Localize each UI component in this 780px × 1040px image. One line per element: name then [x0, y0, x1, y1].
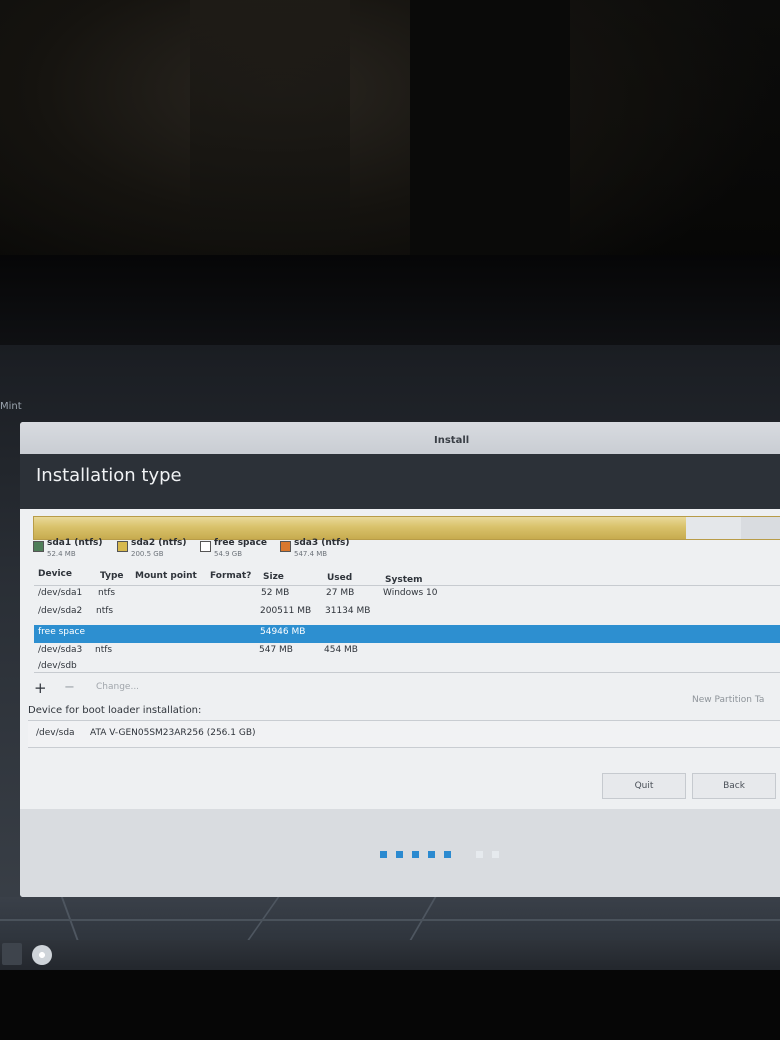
- table-row[interactable]: /dev/sda1 ntfs 52 MB 27 MB Windows 10: [34, 586, 780, 604]
- window-title: Install: [434, 435, 470, 446]
- column-header-size[interactable]: Size: [263, 572, 284, 582]
- page-title: Installation type: [36, 465, 182, 486]
- quit-button[interactable]: Quit: [602, 773, 686, 799]
- partition-bar: [33, 516, 780, 540]
- cell-device: /dev/sda2: [38, 606, 83, 616]
- step-dot: [492, 851, 499, 858]
- installer-footer: Quit Back: [20, 773, 780, 897]
- cell-system: Windows 10: [383, 588, 438, 598]
- desktop-panel-label: Mint: [0, 401, 22, 412]
- cell-type: ntfs: [98, 588, 116, 598]
- new-partition-table-button[interactable]: New Partition Ta: [692, 695, 764, 705]
- monitor-bezel: [0, 255, 780, 345]
- cell-used: 454 MB: [324, 645, 358, 655]
- legend-swatch: [117, 541, 128, 552]
- legend-name: sda2 (ntfs): [131, 538, 187, 548]
- legend-swatch: [33, 541, 44, 552]
- boot-device: /dev/sda: [36, 728, 75, 738]
- table-row-selected[interactable]: free space 54946 MB: [34, 625, 780, 643]
- menu-icon[interactable]: [2, 943, 22, 965]
- legend-size: 52.4 MB: [47, 550, 76, 558]
- step-dot: [380, 851, 387, 858]
- cell-size: 547 MB: [259, 645, 293, 655]
- cell-device: /dev/sda3: [38, 645, 83, 655]
- back-button[interactable]: Back: [692, 773, 776, 799]
- add-partition-button[interactable]: +: [34, 679, 47, 697]
- step-dot: [476, 851, 483, 858]
- page-header: Installation type: [20, 454, 780, 509]
- taskbar: [0, 940, 780, 970]
- cell-size: 54946 MB: [260, 627, 306, 637]
- step-dot: [444, 851, 451, 858]
- window-titlebar[interactable]: Install: [20, 422, 780, 454]
- column-header-mount[interactable]: Mount point: [135, 571, 197, 581]
- legend-size: 200.5 GB: [131, 550, 164, 558]
- legend-swatch: [200, 541, 211, 552]
- step-dot: [428, 851, 435, 858]
- column-header-type[interactable]: Type: [100, 571, 123, 581]
- step-dot: [412, 851, 419, 858]
- cell-type: ntfs: [96, 606, 114, 616]
- remove-partition-button[interactable]: −: [64, 680, 75, 695]
- column-header-device[interactable]: Device: [38, 569, 72, 579]
- legend-swatch: [280, 541, 291, 552]
- cell-size: 52 MB: [261, 588, 290, 598]
- column-header-format[interactable]: Format?: [210, 571, 251, 581]
- legend-name: free space: [214, 538, 268, 548]
- cell-size: 200511 MB: [260, 606, 312, 616]
- cell-device: /dev/sdb: [38, 661, 77, 671]
- legend-size: 547.4 MB: [294, 550, 328, 558]
- column-header-used[interactable]: Used: [327, 573, 352, 583]
- table-row[interactable]: /dev/sda2 ntfs 200511 MB 31134 MB: [34, 604, 780, 622]
- cell-device: free space: [38, 627, 86, 637]
- legend-name: sda3 (ntfs): [294, 538, 350, 548]
- partition-bar-sda3-segment: [741, 517, 780, 539]
- boot-loader-dropdown[interactable]: /dev/sda ATA V-GEN05SM23AR256 (256.1 GB): [28, 720, 780, 748]
- background-door: [190, 0, 350, 240]
- legend-name: sda1 (ntfs): [47, 538, 103, 548]
- laptop-bezel: [0, 970, 780, 1040]
- installer-window: Install Installation type sda1 (ntfs) 52…: [20, 422, 780, 897]
- column-header-system[interactable]: System: [385, 575, 423, 585]
- step-dot: [396, 851, 403, 858]
- table-row[interactable]: /dev/sdb: [34, 659, 780, 671]
- change-partition-button[interactable]: Change...: [96, 682, 139, 692]
- legend-size: 54.9 GB: [214, 550, 243, 558]
- cell-used: 27 MB: [326, 588, 355, 598]
- partition-bar-free-segment: [686, 517, 741, 539]
- partition-editor: sda1 (ntfs) 52.4 MB sda2 (ntfs) 200.5 GB…: [20, 509, 780, 809]
- wallpaper-line: [0, 919, 780, 921]
- cell-used: 31134 MB: [325, 606, 371, 616]
- background-pillar: [410, 0, 570, 270]
- disc-icon[interactable]: [32, 945, 52, 965]
- cell-type: ntfs: [95, 645, 113, 655]
- boot-loader-label: Device for boot loader installation:: [28, 705, 202, 716]
- cell-device: /dev/sda1: [38, 588, 83, 598]
- boot-device-model: ATA V-GEN05SM23AR256 (256.1 GB): [90, 728, 256, 738]
- table-bottom-divider: [34, 672, 780, 673]
